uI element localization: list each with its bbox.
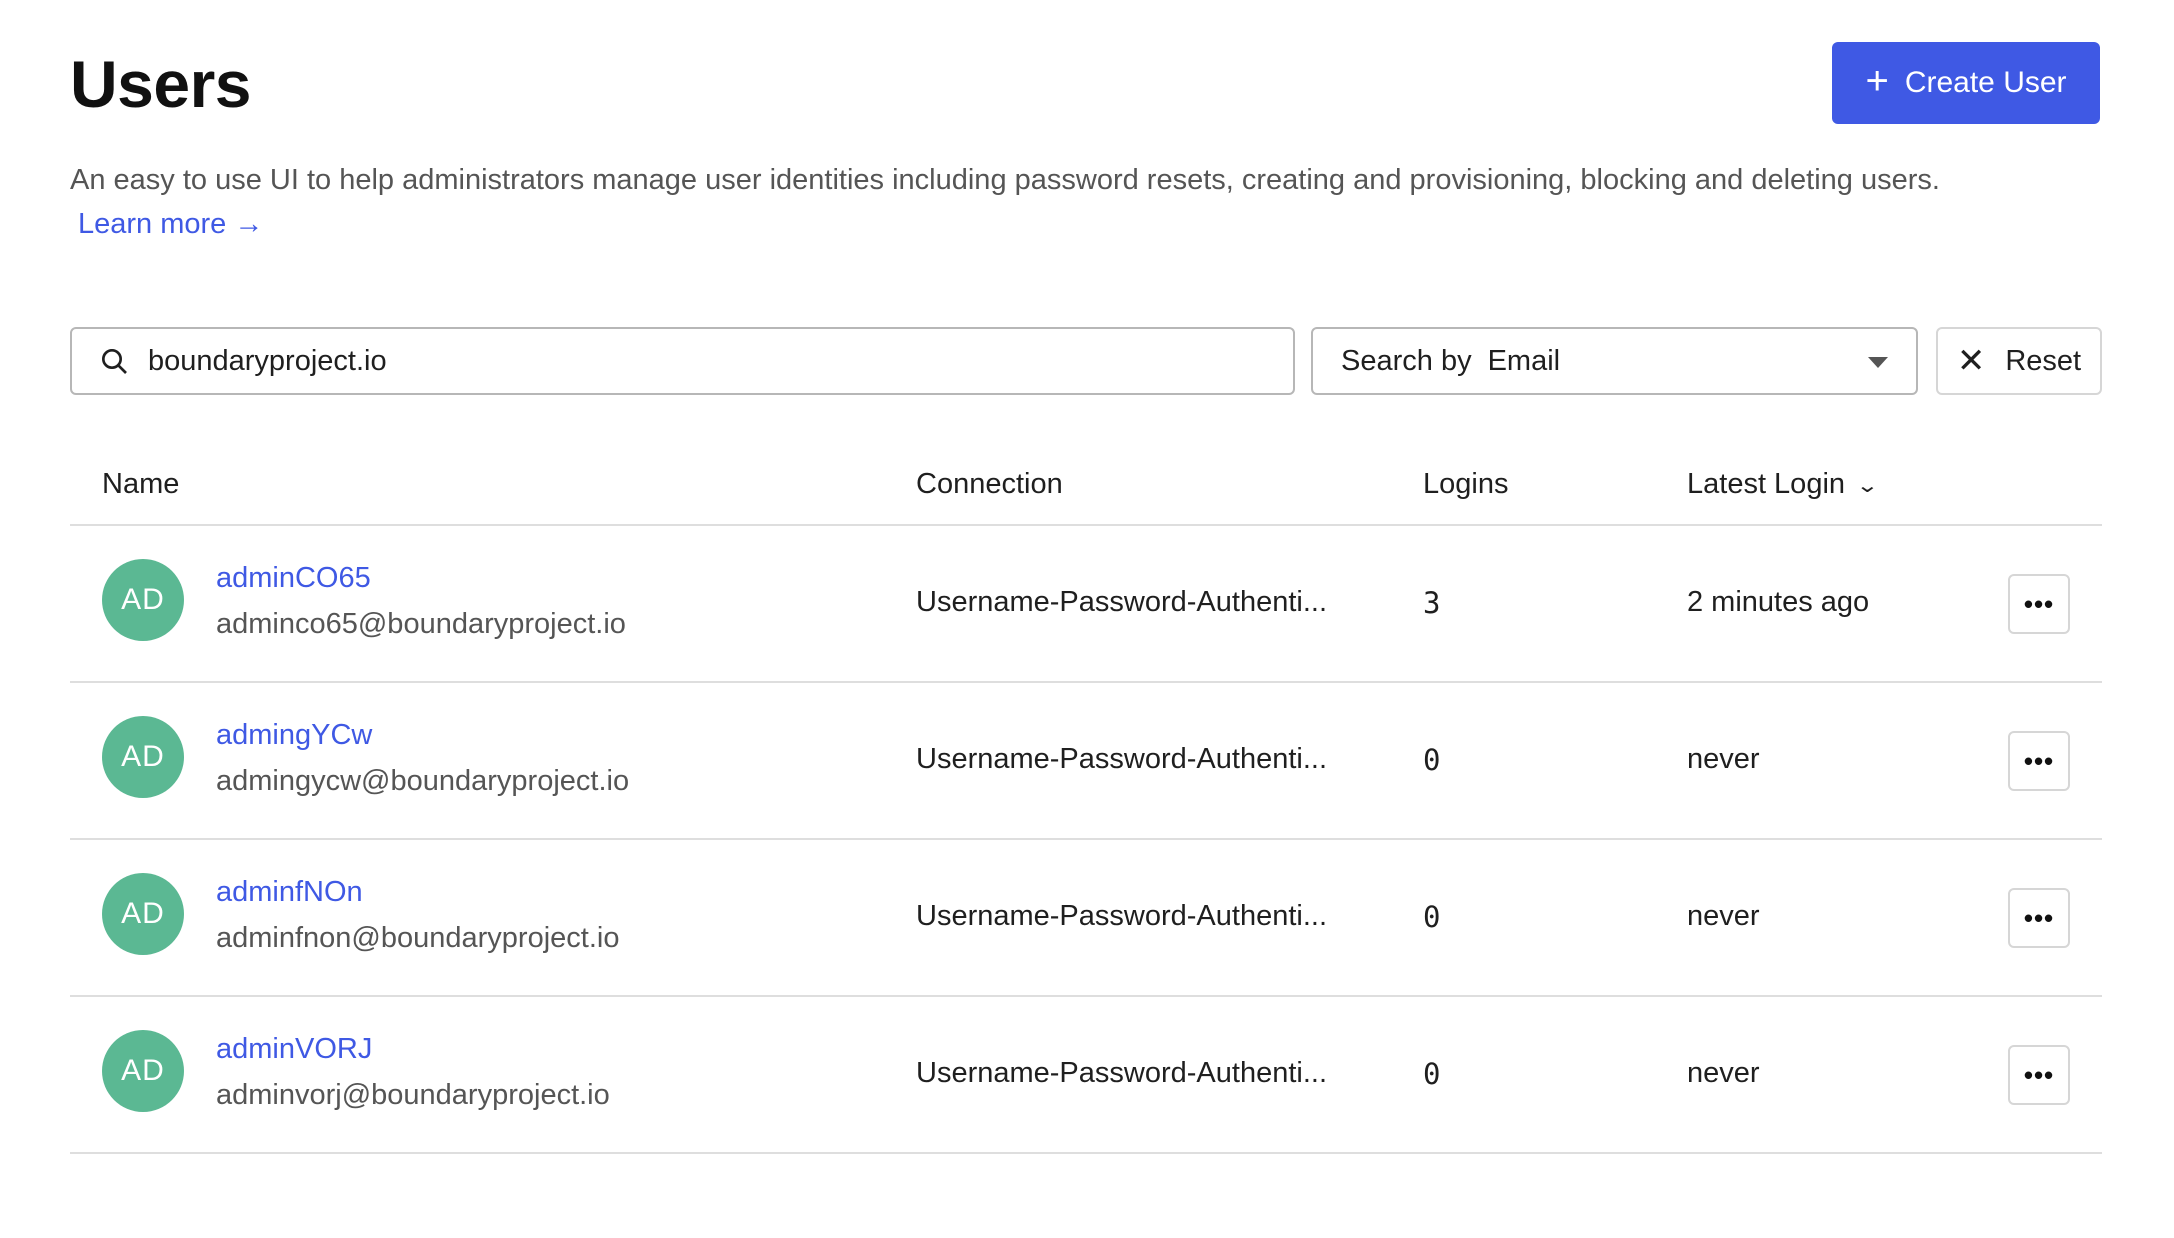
plus-icon: +	[1865, 59, 1889, 103]
table-row: AD adminCO65 adminco65@boundaryproject.i…	[70, 526, 2102, 683]
table-row: AD adminVORJ adminvorj@boundaryproject.i…	[70, 997, 2102, 1154]
more-horizontal-icon[interactable]: •••	[2008, 1045, 2070, 1105]
search-by-label: Search by	[1341, 344, 1472, 377]
table-row: AD admingYCw admingycw@boundaryproject.i…	[70, 683, 2102, 840]
user-name-link[interactable]: adminCO65	[216, 562, 371, 595]
page-description: An easy to use UI to help administrators…	[70, 164, 1940, 196]
search-by-value: Email	[1487, 344, 1561, 377]
avatar: AD	[102, 873, 184, 955]
page-title: Users	[70, 47, 251, 121]
users-page: Users + Create User An easy to use UI to…	[0, 0, 2174, 1238]
avatar: AD	[102, 716, 184, 798]
column-header-connection: Connection	[916, 468, 1063, 500]
user-connection: Username-Password-Authenti...	[916, 586, 1327, 618]
create-user-label: Create User	[1904, 66, 2067, 99]
user-name-link[interactable]: adminVORJ	[216, 1033, 372, 1066]
create-user-button[interactable]: + Create User	[1832, 42, 2100, 124]
search-by-select[interactable]: Search by Email	[1311, 327, 1918, 395]
user-connection: Username-Password-Authenti...	[916, 900, 1327, 932]
more-horizontal-icon[interactable]: •••	[2008, 731, 2070, 791]
column-header-latest-login[interactable]: Latest Login ⌄	[1687, 468, 1880, 501]
table-header: Name Connection Logins Latest Login ⌄	[70, 460, 2102, 526]
user-latest-login: never	[1687, 900, 1760, 932]
more-horizontal-icon[interactable]: •••	[2008, 888, 2070, 948]
user-latest-login: never	[1687, 743, 1760, 775]
user-name-link[interactable]: adminfNOn	[216, 876, 363, 909]
user-latest-login: never	[1687, 1057, 1760, 1089]
user-connection: Username-Password-Authenti...	[916, 1057, 1327, 1089]
user-email: adminvorj@boundaryproject.io	[216, 1079, 610, 1111]
search-input[interactable]	[148, 344, 1248, 378]
column-header-name: Name	[102, 468, 180, 500]
reset-label: Reset	[2005, 344, 2082, 377]
reset-button[interactable]: ✕ Reset	[1936, 327, 2102, 395]
caret-down-icon	[1868, 357, 1888, 368]
search-icon	[102, 349, 127, 374]
user-logins: 0	[1423, 900, 1441, 934]
chevron-down-icon: ⌄	[1855, 475, 1880, 497]
latest-login-label: Latest Login	[1687, 468, 1846, 500]
avatar: AD	[102, 1030, 184, 1112]
user-logins: 0	[1423, 1057, 1441, 1091]
user-email: adminco65@boundaryproject.io	[216, 608, 626, 640]
learn-more-link[interactable]: Learn more →	[78, 204, 263, 244]
user-latest-login: 2 minutes ago	[1687, 586, 1870, 618]
avatar: AD	[102, 559, 184, 641]
user-name-link[interactable]: admingYCw	[216, 719, 372, 752]
table-row: AD adminfNOn adminfnon@boundaryproject.i…	[70, 840, 2102, 997]
user-email: admingycw@boundaryproject.io	[216, 765, 630, 797]
column-header-logins: Logins	[1423, 468, 1509, 500]
user-email: adminfnon@boundaryproject.io	[216, 922, 620, 954]
user-logins: 0	[1423, 743, 1441, 777]
more-horizontal-icon[interactable]: •••	[2008, 574, 2070, 634]
user-connection: Username-Password-Authenti...	[916, 743, 1327, 775]
search-field[interactable]	[70, 327, 1295, 395]
close-icon: ✕	[1956, 342, 1986, 380]
user-logins: 3	[1423, 586, 1441, 620]
